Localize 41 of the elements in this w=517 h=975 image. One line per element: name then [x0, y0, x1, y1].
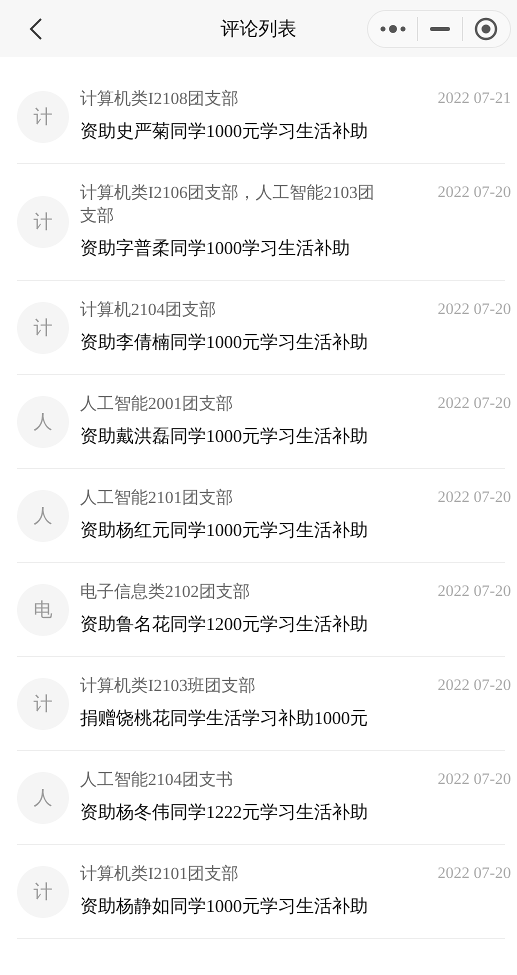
author-name: 计算机类I2106团支部，人工智能2103团支部: [80, 182, 376, 227]
author-name: 计算机2104团支部: [80, 299, 216, 321]
avatar: 人: [17, 490, 69, 542]
avatar: 计: [17, 866, 69, 918]
avatar: 计: [17, 302, 69, 354]
more-icon[interactable]: [380, 24, 406, 34]
comment-date: 2022 07-20: [438, 183, 511, 203]
comment-text: 捐赠饶桃花同学生活学习补助1000元: [80, 707, 369, 730]
back-icon[interactable]: [29, 16, 43, 40]
comment-date: 2022 07-20: [438, 676, 511, 696]
comment-text: 资助杨冬伟同学1222元学习生活补助: [80, 801, 369, 824]
author-name: 电子信息类2102团支部: [80, 581, 250, 603]
close-icon[interactable]: [474, 16, 498, 40]
author-name: 人工智能2104团支书: [80, 769, 233, 791]
comment-date: 2022 07-20: [438, 300, 511, 320]
avatar: 人: [17, 396, 69, 448]
minimize-icon[interactable]: [430, 26, 450, 30]
comment-text: 资助鲁名花同学1200元学习生活补助: [80, 613, 369, 636]
avatar: 计: [17, 196, 69, 248]
comment-date: 2022 07-20: [438, 488, 511, 508]
comment-date: 2022 07-21: [438, 89, 511, 109]
author-name: 计算机类I2108团支部: [80, 88, 239, 110]
comment-date: 2022 07-20: [438, 770, 511, 790]
comment-text: 资助杨红元同学1000元学习生活补助: [80, 519, 369, 542]
avatar: 计: [17, 678, 69, 730]
comment-text: 资助史严菊同学1000元学习生活补助: [80, 120, 369, 143]
comment-date: 2022 07-20: [438, 582, 511, 602]
avatar: 计: [17, 90, 69, 142]
comment-text: 资助字普柔同学1000学习生活补助: [80, 237, 351, 260]
author-name: 人工智能2001团支部: [80, 393, 233, 415]
comment-text: 资助李倩楠同学1000元学习生活补助: [80, 331, 369, 354]
avatar: 人: [17, 772, 69, 824]
author-name: 计算机类I2101团支部: [80, 863, 239, 885]
author-name: 计算机类I2103班团支部: [80, 675, 256, 697]
author-name: 人工智能2101团支部: [80, 487, 233, 509]
page-title: 评论列表: [220, 18, 296, 42]
comment-text: 资助杨静如同学1000元学习生活补助: [80, 895, 369, 918]
comment-text: 资助戴洪磊同学1000元学习生活补助: [80, 425, 369, 448]
comment-date: 2022 07-20: [438, 864, 511, 884]
avatar: 电: [17, 584, 69, 636]
comment-date: 2022 07-20: [438, 394, 511, 414]
